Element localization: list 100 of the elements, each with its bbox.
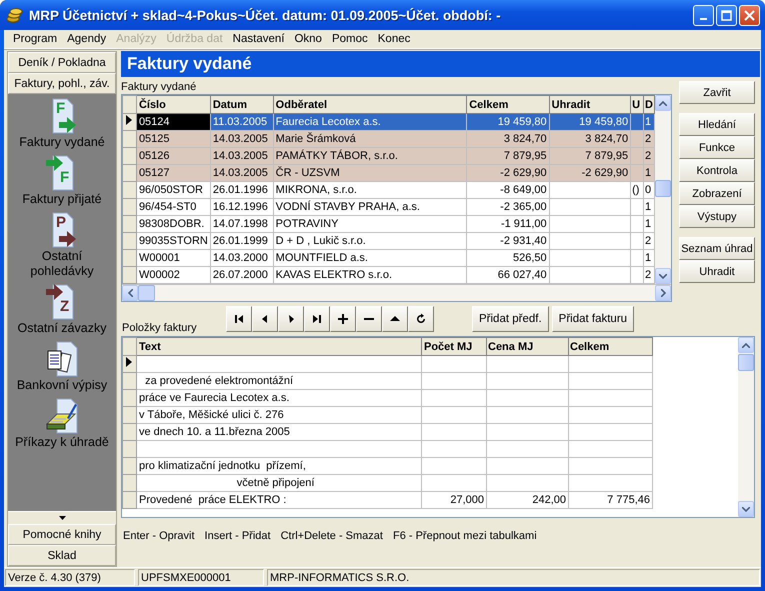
item-text-cell: pro klimatizační jednotku přízemí, (136, 458, 422, 474)
date-cell: 26.01.1996 (210, 182, 274, 198)
amount-cell: -2 629,90 (466, 164, 550, 182)
invoice-number-cell: 96/454-ST0 (136, 198, 210, 216)
menu-item[interactable]: Agendy (62, 33, 112, 45)
group-button[interactable]: Faktury, pohl., záv. (8, 73, 116, 94)
amount-cell: 3 824,70 (549, 130, 631, 148)
amount-cell: 7 775,46 (568, 492, 652, 508)
table-label: Položky faktury (122, 322, 197, 335)
menu-item[interactable]: Nastavení (228, 33, 290, 45)
scroll-thumb[interactable] (655, 180, 671, 197)
first-record-button[interactable] (226, 306, 252, 332)
invoice-number-cell: 99035STORN (136, 232, 210, 250)
group-button[interactable]: Pomocné knihy (8, 524, 116, 545)
menu-item[interactable]: Konec (372, 33, 416, 45)
column-header[interactable]: Odběratel (273, 96, 467, 114)
up-button[interactable] (382, 306, 408, 332)
previous-button[interactable] (252, 306, 278, 332)
sidebar-item[interactable]: Faktury vydané (9, 135, 115, 150)
item-text-cell: včetně připojení (136, 474, 422, 492)
column-header[interactable]: Číslo (136, 96, 210, 114)
papers-icon[interactable] (45, 341, 79, 377)
horizontal-scrollbar[interactable] (122, 284, 671, 301)
action-button[interactable]: Přidat fakturu (552, 306, 634, 332)
status-pane: Verze č. 4.30 (379) (5, 569, 135, 586)
group-button[interactable]: Sklad (8, 545, 116, 566)
folder-pen-icon[interactable] (45, 398, 79, 434)
menu-item[interactable]: Okno (289, 33, 327, 45)
column-header[interactable]: Datum (210, 96, 274, 114)
amount-cell: 19 459,80 (549, 114, 631, 130)
scroll-right-button[interactable] (655, 285, 671, 301)
close-button[interactable] (739, 4, 760, 26)
scroll-down-button[interactable] (655, 268, 671, 284)
down-arrow-icon (58, 516, 66, 520)
amount-cell: 19 459,80 (466, 114, 550, 130)
side-button[interactable]: Hledání (679, 113, 755, 136)
row-pointer-icon (126, 357, 132, 367)
side-button[interactable]: Výstupy (679, 205, 755, 228)
item-text-cell: za provedené elektromontážní (136, 372, 422, 390)
column-header[interactable]: U (630, 96, 644, 114)
scroll-up-button[interactable] (655, 95, 671, 111)
window-title: MRP Účetnictví + sklad~4-Pokus~Účet. datum: 01.09.2005~Účet. období: - (29, 8, 502, 22)
side-button[interactable]: Seznam úhrad (679, 237, 755, 260)
invoice-number-cell: W00001 (136, 250, 210, 266)
scroll-thumb[interactable] (738, 354, 754, 371)
scroll-thumb[interactable] (138, 285, 155, 301)
group-button[interactable]: Deník / Pokladna (8, 52, 116, 73)
vertical-scrollbar[interactable] (655, 95, 671, 284)
sidebar-item[interactable]: Příkazy k úhradě (9, 435, 115, 450)
column-header[interactable]: Cena MJ (486, 338, 568, 356)
column-header[interactable]: Počet MJ (422, 338, 486, 356)
side-button[interactable]: Kontrola (679, 159, 755, 182)
maximize-button[interactable] (716, 4, 737, 26)
action-button[interactable]: Přidat předf. (472, 306, 549, 332)
minimize-icon (700, 18, 707, 20)
minimize-button[interactable] (693, 4, 714, 26)
sidebar-item[interactable]: Faktury přijaté (9, 192, 115, 207)
sidebar-item[interactable]: Bankovní výpisy (9, 378, 115, 393)
item-text-cell: práce ve Faurecia Lecotex a.s. (136, 390, 422, 406)
amount-cell: -2 931,40 (466, 232, 550, 250)
invoice-number-cell: 05127 (136, 164, 210, 182)
side-button[interactable]: Uhradit (679, 260, 755, 283)
date-cell: 16.12.1996 (210, 198, 274, 216)
sidebar-item[interactable]: Ostatní pohledávky (9, 249, 115, 279)
customer-cell: Faurecia Lecotex a.s. (273, 114, 467, 130)
shortcut-hint: Enter - Opravit (123, 530, 195, 542)
scroll-left-button[interactable] (122, 285, 138, 301)
vertical-scrollbar[interactable] (738, 337, 754, 517)
next-button[interactable] (278, 306, 304, 332)
sidebar-item[interactable]: Ostatní závazky (9, 321, 115, 336)
minus-button[interactable] (356, 306, 382, 332)
icon-letter: P (56, 215, 66, 230)
close-icon (744, 10, 755, 20)
customer-cell: D + D , Lukič s.r.o. (273, 232, 467, 250)
icon-letter: Z (60, 299, 70, 314)
amount-cell: 526,50 (466, 250, 550, 266)
plus-icon (337, 313, 349, 325)
scroll-up-button[interactable] (738, 337, 754, 353)
column-header[interactable]: D (644, 96, 654, 114)
scroll-down-button[interactable] (738, 501, 754, 517)
column-header[interactable]: Text (136, 338, 422, 356)
last-record-button[interactable] (304, 306, 330, 332)
side-button[interactable]: Zavřit (679, 81, 755, 104)
column-header[interactable]: Celkem (466, 96, 550, 114)
refresh-button[interactable] (408, 306, 434, 332)
invoice-number-cell: 96/050STOR (136, 182, 210, 198)
invoice-number-cell: 05126 (136, 148, 210, 164)
column-header[interactable]: Uhradit (549, 96, 631, 114)
amount-cell: -1 911,00 (466, 216, 550, 232)
first-record-icon (233, 313, 245, 325)
coins-icon (6, 7, 24, 23)
side-button[interactable]: Funkce (679, 136, 755, 159)
menu-item[interactable]: Pomoc (326, 33, 373, 45)
column-header[interactable]: Celkem (568, 338, 652, 356)
menu-item[interactable]: Program (8, 33, 62, 45)
plus-button[interactable] (330, 306, 356, 332)
amount-cell: -2 365,00 (466, 198, 550, 216)
side-button[interactable]: Zobrazení (679, 182, 755, 205)
date-cell: 26.01.1999 (210, 232, 274, 250)
customer-cell: POTRAVINY (273, 216, 467, 232)
